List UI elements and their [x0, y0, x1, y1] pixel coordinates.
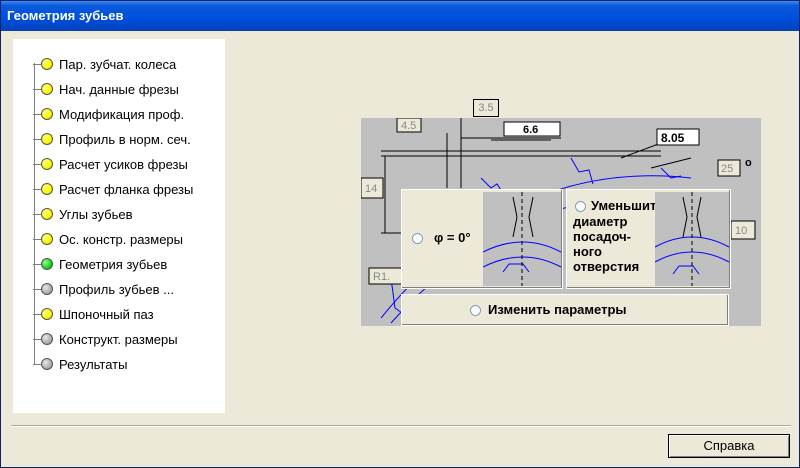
change-params-label: Изменить параметры [488, 302, 627, 317]
tree-item[interactable]: Углы зубьев [33, 203, 133, 225]
tree-branch-line [33, 213, 41, 215]
tree-branch-line [33, 313, 41, 315]
tree-item-label: Профиль в норм. сеч. [59, 131, 191, 147]
navigation-tree: Пар. зубчат. колеса Нач. данные фрезы Моди… [13, 39, 225, 413]
yellow-status-dot-icon [41, 183, 53, 195]
yellow-status-dot-icon [41, 108, 53, 120]
dialog-window: Геометрия зубьев Пар. зубчат. колеса Нач.… [0, 0, 800, 468]
option-phi-zero[interactable]: φ = 0° [401, 189, 563, 289]
tree-branch-line [33, 113, 41, 115]
window-title: Геометрия зубьев [7, 8, 124, 23]
tree-item[interactable]: Ос. констр. размеры [33, 228, 183, 250]
tree-item-label: Пар. зубчат. колеса [59, 56, 177, 72]
tree-branch-line [33, 363, 41, 365]
yellow-status-dot-icon [41, 308, 53, 320]
reduce-bore-radio[interactable] [575, 201, 586, 212]
yellow-status-dot-icon [41, 58, 53, 70]
tree-item-label: Расчет усиков фрезы [59, 156, 188, 172]
tree-branch-line [33, 63, 41, 65]
yellow-status-dot-icon [41, 83, 53, 95]
tree-branch-line [33, 288, 41, 290]
title-bar: Геометрия зубьев [1, 1, 799, 31]
tree-item[interactable]: Профиль в норм. сеч. [33, 128, 191, 150]
dim-25: 25 [721, 163, 733, 175]
tree-item[interactable]: Шпоночный паз [33, 303, 154, 325]
gray-status-dot-icon [41, 358, 53, 370]
tree-branch-line [33, 163, 41, 165]
dim-3-5-label: 3.5 [473, 99, 499, 117]
tree-item[interactable]: Расчет фланка фрезы [33, 178, 193, 200]
reduce-bore-label-3: посадоч- [573, 229, 631, 244]
dim-r1: R1. [373, 271, 390, 283]
tree-item-label: Шпоночный паз [59, 306, 154, 322]
tree-branch-line [33, 188, 41, 190]
tree-branch-line [33, 238, 41, 240]
tree-item[interactable]: Нач. данные фрезы [33, 78, 179, 100]
reduce-bore-label-1: Уменьшить [591, 198, 665, 213]
dim-10: 10 [735, 225, 747, 237]
yellow-status-dot-icon [41, 208, 53, 220]
tree-item[interactable]: Конструкт. размеры [33, 328, 178, 350]
yellow-status-dot-icon [41, 158, 53, 170]
help-button[interactable]: Справка [668, 434, 790, 458]
help-button-label: Справка [703, 438, 755, 453]
phi-zero-thumbnail [483, 192, 561, 286]
dim-degree: o [745, 157, 752, 169]
tree-item-label: Конструкт. размеры [59, 331, 178, 347]
yellow-status-dot-icon [41, 233, 53, 245]
tree-item[interactable]: Расчет усиков фрезы [33, 153, 188, 175]
reduce-bore-label-2: диаметр [573, 214, 628, 229]
tree-item[interactable]: Геометрия зубьев [33, 253, 167, 275]
green-status-dot-icon [41, 258, 53, 270]
gray-status-dot-icon [41, 333, 53, 345]
reduce-bore-label-5: отверстия [573, 259, 640, 274]
gray-status-dot-icon [41, 283, 53, 295]
tree-item-label: Модификация проф. [59, 106, 185, 122]
option-reduce-bore[interactable]: Уменьшить диаметр посадоч- ного отверсти… [566, 189, 731, 289]
bottom-separator [11, 425, 791, 427]
tree-item[interactable]: Результаты [33, 353, 127, 375]
tree-item-label: Ос. констр. размеры [59, 231, 184, 247]
dim-8-05: 8.05 [661, 131, 685, 145]
reduce-bore-thumbnail [655, 192, 729, 286]
gear-tooth-2 [570, 157, 594, 185]
option-change-params[interactable]: Изменить параметры [401, 294, 729, 326]
tree-item[interactable]: Модификация проф. [33, 103, 184, 125]
tree-item[interactable]: Пар. зубчат. колеса [33, 53, 176, 75]
tree-branch-line [33, 88, 41, 90]
dim-4-5: 4.5 [401, 120, 416, 132]
change-params-radio[interactable] [470, 305, 481, 316]
tree-item-label: Нач. данные фрезы [59, 81, 179, 97]
tree-branch-line [33, 338, 41, 340]
tree-item[interactable]: Профиль зубьев ... [33, 278, 174, 300]
tree-item-label: Результаты [59, 356, 128, 372]
phi-zero-radio[interactable] [412, 233, 423, 244]
dim-6-6: 6.6 [523, 124, 538, 136]
tree-item-label: Профиль зубьев ... [59, 281, 174, 297]
tree-branch-line [33, 263, 41, 265]
reduce-bore-label-4: ного [573, 244, 602, 259]
tree-item-label: Геометрия зубьев [59, 256, 168, 272]
yellow-status-dot-icon [41, 133, 53, 145]
tree-item-label: Расчет фланка фрезы [59, 181, 194, 197]
tree-item-label: Углы зубьев [59, 206, 133, 222]
tree-branch-line [33, 138, 41, 140]
dim-14: 14 [365, 183, 377, 195]
phi-zero-label: φ = 0° [434, 230, 471, 245]
